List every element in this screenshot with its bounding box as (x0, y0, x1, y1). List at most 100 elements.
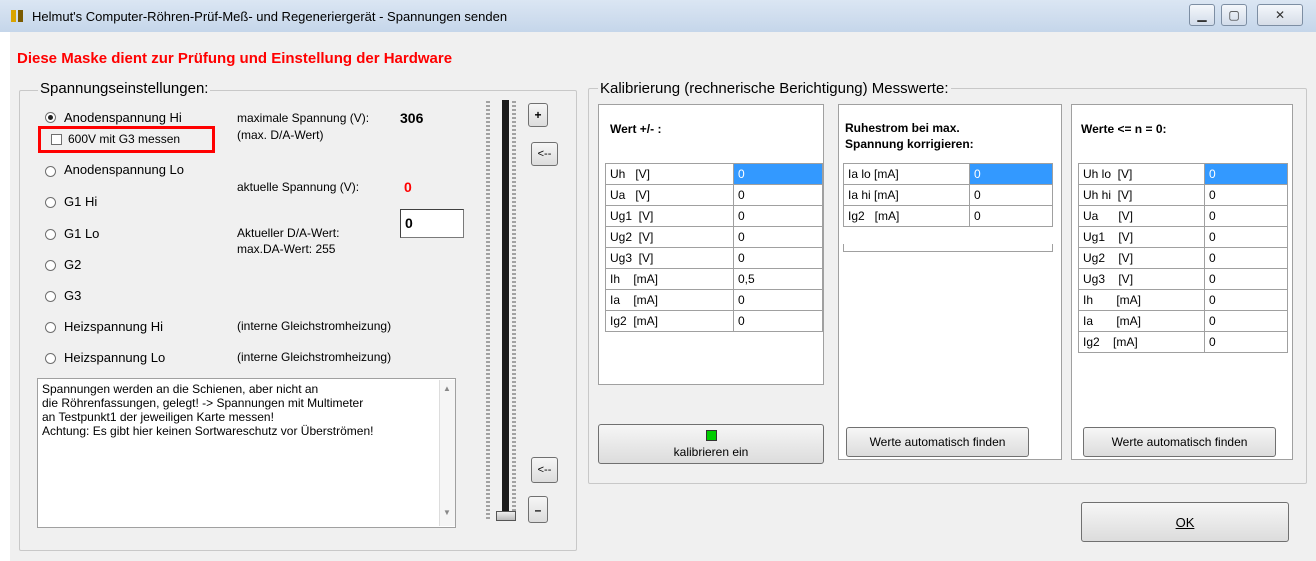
info-line-3: an Testpunkt1 der jeweiligen Karte messe… (42, 410, 274, 424)
offset-row-value[interactable]: 0 (733, 247, 823, 269)
calibration-offset-panel: Wert +/- : Uh [V] 0 Ua [V] 0 Ug1 [V] 0 Ug2 [V]… (598, 104, 824, 385)
da-value-input[interactable]: 0 (400, 209, 464, 238)
values-le-n-row-value[interactable]: 0 (1204, 205, 1288, 227)
values-le-n-row-value[interactable]: 0 (1204, 331, 1288, 353)
checkbox-600v-g3[interactable] (51, 134, 62, 145)
voltage-settings-title: Spannungseinstellungen: (38, 80, 211, 97)
offset-row: Ug2 [V] 0 (605, 226, 823, 248)
radio-label-heizspannung-lo[interactable]: Heizspannung Lo (64, 350, 165, 365)
ok-button[interactable]: OK (1081, 502, 1289, 542)
close-icon: ✕ (1274, 8, 1286, 22)
radio-label-anodenspannung-hi[interactable]: Anodenspannung Hi (64, 110, 182, 125)
calibrate-on-label: kalibrieren ein (673, 444, 749, 459)
auto-find-button-2[interactable]: Werte automatisch finden (1083, 427, 1276, 457)
radio-anodenspannung-hi[interactable] (45, 112, 56, 123)
scroll-up-icon[interactable]: ▲ (443, 384, 451, 393)
values-le-n-panel: Werte <= n = 0: Uh lo [V] 0 Uh hi [V] 0 Ua [… (1071, 104, 1293, 460)
radio-g1-hi[interactable] (45, 197, 56, 208)
offset-row-value[interactable]: 0 (733, 226, 823, 248)
quiescent-row-value[interactable]: 0 (969, 163, 1053, 185)
values-le-n-row: Ug1 [V] 0 (1078, 226, 1288, 248)
values-le-n-row-value[interactable]: 0 (1204, 184, 1288, 206)
quiescent-row-label: Ig2 [mA] (843, 205, 970, 227)
radio-anodenspannung-lo[interactable] (45, 166, 56, 177)
offset-row-value[interactable]: 0 (733, 289, 823, 311)
quiescent-row: Ig2 [mA] 0 (843, 205, 1053, 227)
quiescent-row-label: Ia hi [mA] (843, 184, 970, 206)
increment-button[interactable]: + (528, 103, 548, 127)
da-value-text[interactable]: 0 (405, 215, 413, 231)
values-le-n-row: Ia [mA] 0 (1078, 310, 1288, 332)
info-scrollbar[interactable]: ▲ ▼ (439, 380, 455, 526)
back-top-button[interactable]: <-- (531, 142, 558, 166)
minimize-icon: ▁ (1197, 8, 1207, 22)
slider-thumb[interactable] (496, 511, 516, 521)
values-le-n-row-label: Ih [mA] (1078, 289, 1205, 311)
maximize-button[interactable]: ▢ (1221, 4, 1247, 26)
scroll-down-icon[interactable]: ▼ (443, 508, 451, 517)
minimize-button[interactable]: ▁ (1189, 4, 1215, 26)
offset-row: Ua [V] 0 (605, 184, 823, 206)
radio-heizspannung-hi[interactable] (45, 322, 56, 333)
radio-label-g3[interactable]: G3 (64, 288, 81, 303)
voltage-slider[interactable] (479, 100, 519, 525)
values-le-n-row-label: Ug2 [V] (1078, 247, 1205, 269)
offset-row: Ug3 [V] 0 (605, 247, 823, 269)
checkbox-600v-label[interactable]: 600V mit G3 messen (68, 132, 180, 146)
values-le-n-row: Ug2 [V] 0 (1078, 247, 1288, 269)
values-le-n-row: Ig2 [mA] 0 (1078, 331, 1288, 353)
radio-g3[interactable] (45, 291, 56, 302)
values-le-n-row-value[interactable]: 0 (1204, 163, 1288, 185)
slider-track (502, 100, 509, 520)
quiescent-row-value[interactable]: 0 (969, 205, 1053, 227)
window-title: Helmut's Computer-Röhren-Prüf-Meß- und R… (32, 9, 508, 24)
auto-find-button-1[interactable]: Werte automatisch finden (846, 427, 1029, 457)
close-button[interactable]: ✕ (1257, 4, 1303, 26)
values-le-n-row-value[interactable]: 0 (1204, 289, 1288, 311)
calibrate-on-button[interactable]: kalibrieren ein (598, 424, 824, 464)
heating-note-lo: (interne Gleichstromheizung) (237, 350, 392, 364)
offset-row: Uh [V] 0 (605, 163, 823, 185)
offset-table: Uh [V] 0 Ua [V] 0 Ug1 [V] 0 Ug2 [V] 0 Ug3 [V] 0 Ih… (605, 163, 823, 332)
info-line-1: Spannungen werden an die Schienen, aber … (42, 382, 319, 396)
radio-g2[interactable] (45, 260, 56, 271)
values-le-n-row-label: Uh lo [V] (1078, 163, 1205, 185)
radio-label-g1-hi[interactable]: G1 Hi (64, 194, 97, 209)
values-le-n-row-value[interactable]: 0 (1204, 310, 1288, 332)
radio-g1-lo[interactable] (45, 229, 56, 240)
decrement-button[interactable]: – (528, 496, 548, 523)
offset-row-label: Ua [V] (605, 184, 734, 206)
values-le-n-row-label: Uh hi [V] (1078, 184, 1205, 206)
offset-row-value[interactable]: 0 (733, 310, 823, 332)
offset-row-value[interactable]: 0 (733, 163, 823, 185)
info-textarea[interactable]: Spannungen werden an die Schienen, aber … (37, 378, 456, 528)
quiescent-current-panel: Ruhestrom bei max. Spannung korrigieren:… (838, 104, 1062, 460)
heating-note-hi: (interne Gleichstromheizung) (237, 319, 392, 333)
radio-label-anodenspannung-lo[interactable]: Anodenspannung Lo (64, 162, 184, 177)
radio-heizspannung-lo[interactable] (45, 353, 56, 364)
quiescent-row-label: Ia lo [mA] (843, 163, 970, 185)
values-le-n-row-value[interactable]: 0 (1204, 247, 1288, 269)
offset-row-value[interactable]: 0,5 (733, 268, 823, 290)
radio-label-heizspannung-hi[interactable]: Heizspannung Hi (64, 319, 163, 334)
values-le-n-header: Werte <= n = 0: (1081, 122, 1167, 136)
info-line-4: Achtung: Es gibt hier keinen Sortwaresch… (42, 424, 374, 438)
back-bottom-button[interactable]: <-- (531, 457, 558, 483)
offset-row: Ug1 [V] 0 (605, 205, 823, 227)
values-le-n-row-value[interactable]: 0 (1204, 226, 1288, 248)
values-le-n-row-label: Ig2 [mA] (1078, 331, 1205, 353)
radio-label-g2[interactable]: G2 (64, 257, 81, 272)
offset-row-label: Uh [V] (605, 163, 734, 185)
quiescent-row-value[interactable]: 0 (969, 184, 1053, 206)
offset-panel-header: Wert +/- : (610, 122, 662, 136)
quiescent-row: Ia lo [mA] 0 (843, 163, 1053, 185)
values-le-n-row: Ua [V] 0 (1078, 205, 1288, 227)
offset-row-value[interactable]: 0 (733, 184, 823, 206)
max-da-hint: (max. D/A-Wert) (237, 128, 324, 142)
values-le-n-row-value[interactable]: 0 (1204, 268, 1288, 290)
offset-row-value[interactable]: 0 (733, 205, 823, 227)
page-banner: Diese Maske dient zur Prüfung und Einste… (17, 50, 453, 67)
radio-label-g1-lo[interactable]: G1 Lo (64, 226, 99, 241)
offset-row-label: Ug3 [V] (605, 247, 734, 269)
offset-row-label: Ug2 [V] (605, 226, 734, 248)
